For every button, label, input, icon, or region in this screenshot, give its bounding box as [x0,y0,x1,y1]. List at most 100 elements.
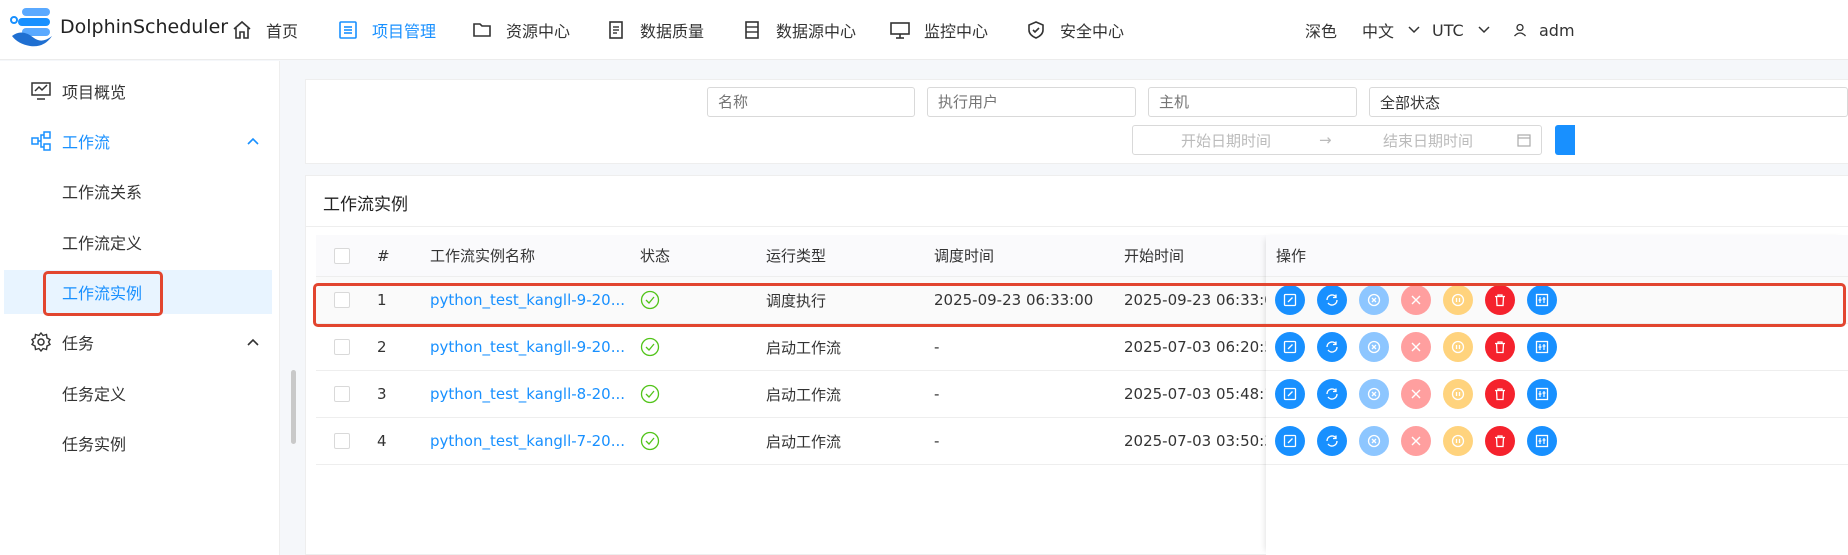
nav-resource[interactable]: 资源中心 [472,0,570,60]
date-range-picker[interactable]: 开始日期时间 → 结束日期时间 [1132,125,1542,155]
col-header-operations: 操作 [1266,235,1848,277]
sidebar-item-workflow-definition[interactable]: 工作流定义 [0,220,276,264]
select-all-cell[interactable] [334,235,350,276]
search-button[interactable] [1555,125,1575,155]
stop-button[interactable] [1401,379,1431,409]
theme-label: 深色 [1305,22,1338,41]
workflow-instance-name-link[interactable]: python_test_kangll-7-20... [430,418,625,464]
pause-circle-icon [1451,340,1465,354]
sidebar-item-label: 工作流关系 [62,183,143,202]
sidebar-item-workflow-relation[interactable]: 工作流关系 [0,169,276,213]
home-icon [232,20,252,40]
stop-button[interactable] [1401,332,1431,362]
language-select[interactable]: 中文 [1362,0,1420,60]
col-header-run-type: 运行类型 [766,247,827,265]
card-title: 工作流实例 [323,195,408,215]
close-circle-icon [1367,340,1381,354]
edit-button[interactable] [1275,379,1305,409]
status-success-icon [640,418,660,464]
gantt-button[interactable] [1527,332,1557,362]
nav-label: 项目管理 [372,22,437,41]
edit-button[interactable] [1275,332,1305,362]
app-logo[interactable]: DolphinScheduler [8,6,228,48]
data-quality-icon [606,20,626,40]
sidebar-scrollbar[interactable] [291,370,296,444]
sidebar-item-project-overview[interactable]: 项目概览 [0,69,276,113]
stop-button[interactable] [1401,426,1431,456]
delete-button[interactable] [1485,379,1515,409]
close-circle-icon [1367,434,1381,448]
user-menu[interactable]: adm [1513,0,1575,60]
sidebar-item-task-instance[interactable]: 任务实例 [0,421,276,465]
edit-button[interactable] [1275,426,1305,456]
nav-label: 数据质量 [640,22,705,41]
row-index: 4 [377,432,387,450]
nav-datasource[interactable]: 数据源中心 [742,0,856,60]
row-checkbox[interactable] [334,339,350,355]
delete-button[interactable] [1485,332,1515,362]
refresh-icon [1326,435,1338,447]
edit-icon [1283,340,1297,354]
recover-failed-button[interactable] [1359,332,1389,362]
timezone-select[interactable]: UTC [1432,0,1490,60]
nav-home[interactable]: 首页 [232,0,298,60]
col-header-status: 状态 [640,247,671,265]
rerun-button[interactable] [1317,332,1347,362]
chevron-down-icon [1478,26,1490,34]
host-search-input[interactable] [1148,87,1357,117]
gantt-icon [1535,340,1549,354]
select-all-checkbox[interactable] [334,247,350,264]
sidebar-item-task-definition[interactable]: 任务定义 [0,371,276,415]
timezone-label: UTC [1432,20,1464,40]
gantt-icon [1535,387,1549,401]
rerun-button[interactable] [1317,379,1347,409]
workflow-instance-name-link[interactable]: python_test_kangll-9-20... [430,324,625,370]
name-search-input[interactable] [707,87,915,117]
close-icon [1411,389,1421,399]
row-schedule-time: - [934,385,940,403]
row-index: 2 [377,338,387,356]
pause-button[interactable] [1443,379,1473,409]
dolphin-logo-icon [10,8,52,47]
nav-security[interactable]: 安全中心 [1026,0,1124,60]
nav-label: 安全中心 [1060,22,1125,41]
date-separator: → [1319,131,1332,149]
folder-icon [472,20,492,40]
delete-button[interactable] [1485,426,1515,456]
trash-icon [1495,435,1505,448]
nav-label: 监控中心 [924,22,989,41]
row-checkbox[interactable] [334,386,350,402]
nav-project[interactable]: 项目管理 [338,0,436,60]
rerun-button[interactable] [1317,426,1347,456]
status-success-icon [640,324,660,370]
sidebar-item-label: 任务实例 [62,435,127,454]
sidebar-item-workflow[interactable]: 工作流 [0,119,276,163]
sidebar-item-label: 工作流定义 [62,234,143,253]
recover-failed-button[interactable] [1359,426,1389,456]
sidebar-item-task[interactable]: 任务 [0,320,276,364]
language-label: 中文 [1362,22,1395,41]
end-date-placeholder: 结束日期时间 [1383,131,1474,150]
pause-button[interactable] [1443,426,1473,456]
monitor-icon [890,20,910,40]
recover-failed-button[interactable] [1359,379,1389,409]
sidebar-highlight-box [43,271,163,316]
project-icon [338,20,358,40]
row-highlight-box [313,283,1846,327]
row-schedule-time: - [934,338,940,356]
gantt-button[interactable] [1527,426,1557,456]
trash-icon [1495,341,1505,354]
row-checkbox[interactable] [334,433,350,449]
row-run-type: 启动工作流 [766,385,842,404]
operations-row [1266,418,1848,465]
gantt-button[interactable] [1527,379,1557,409]
edit-icon [1283,434,1297,448]
nav-data-quality[interactable]: 数据质量 [606,0,704,60]
theme-toggle[interactable]: 深色 [1305,0,1337,60]
user-label: adm [1539,20,1575,40]
workflow-instance-name-link[interactable]: python_test_kangll-8-20... [430,371,625,417]
status-select[interactable]: 全部状态 [1369,87,1848,117]
pause-button[interactable] [1443,332,1473,362]
executor-search-input[interactable] [927,87,1136,117]
nav-monitor[interactable]: 监控中心 [890,0,988,60]
